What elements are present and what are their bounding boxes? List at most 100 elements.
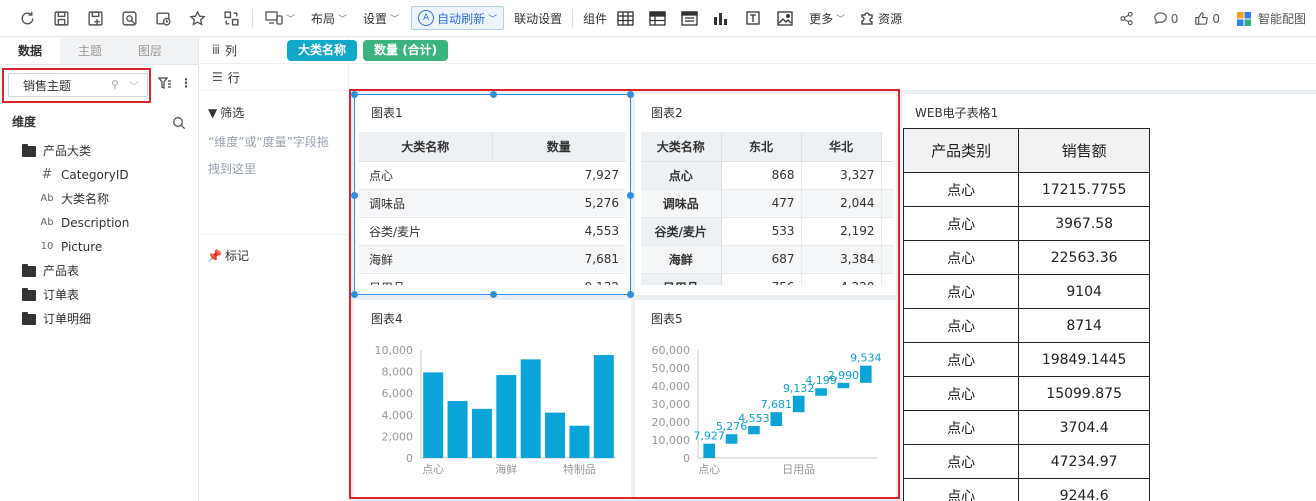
table-cell: 日用品 (359, 273, 492, 285)
chart5-widget[interactable]: 图表5 60,000 50,000 40,000 30,000 20,000 10,000… (635, 300, 896, 497)
more-vertical-icon[interactable]: ⋮ (180, 76, 192, 90)
table-cell[interactable]: 点心 (902, 206, 1020, 241)
dimension-header: 维度 (0, 105, 198, 139)
tree-folder-order-detail[interactable]: 订单明细 (0, 307, 198, 331)
auto-refresh-button[interactable]: A 自动刷新 ﹀ (411, 6, 505, 30)
y-tick-label: 0 (683, 452, 690, 465)
table-header[interactable]: 数量 (492, 132, 625, 162)
table-cell: 5,276 (492, 189, 625, 218)
settings-dropdown[interactable]: 设置 ﹀ (355, 5, 407, 31)
table-cell[interactable]: 点心 (902, 410, 1020, 445)
tree-folder-product-table[interactable]: 产品表 (0, 259, 198, 283)
bar-chart-icon[interactable] (705, 4, 737, 32)
column-shelf[interactable]: iii 列 大类名称 数量 (合计) (199, 37, 1316, 64)
table-cell[interactable]: 点心 (902, 478, 1020, 501)
table-cell[interactable]: 17215.7755 (1018, 172, 1150, 207)
crosstab-icon[interactable] (641, 4, 673, 32)
table-cell[interactable]: 点心 (902, 172, 1020, 207)
table-cell[interactable]: 点心 (902, 376, 1020, 411)
table-cell[interactable]: 9244.6 (1018, 478, 1150, 501)
field-filter-icon[interactable] (157, 77, 172, 93)
data-label: 2,990 (828, 369, 860, 382)
tree-field-category-name[interactable]: Ab 大类名称 (0, 187, 198, 211)
save-as-icon[interactable] (78, 3, 112, 33)
table-header[interactable]: 销售额 (1018, 128, 1150, 173)
mark-label: 标记 (224, 249, 249, 263)
tab-data[interactable]: 数据 (0, 37, 60, 64)
tree-folder-product-category[interactable]: 产品大类 (0, 139, 198, 163)
table-cell[interactable]: 点心 (902, 274, 1020, 309)
table-cell[interactable]: 点心 (902, 444, 1020, 479)
tree-field-description[interactable]: Ab Description (0, 211, 198, 235)
y-tick-label: 60,000 (652, 344, 691, 357)
table-cell[interactable]: 点心 (902, 342, 1020, 377)
pin-icon: 📌 (207, 248, 222, 263)
y-tick-label: 20,000 (652, 416, 691, 429)
more-dropdown[interactable]: 更多 ﹀ (801, 5, 853, 31)
text-component-icon[interactable] (737, 4, 769, 32)
table-header[interactable]: 产品类别 (902, 128, 1020, 173)
table-cell[interactable]: 9104 (1018, 274, 1150, 309)
switch-icon[interactable] (214, 3, 248, 33)
table-header[interactable]: 华北 (801, 132, 882, 162)
table-cell[interactable]: 15099.875 (1018, 376, 1150, 411)
tab-theme[interactable]: 主题 (60, 37, 120, 64)
y-tick-label: 0 (406, 452, 413, 465)
table-header[interactable]: 大类名称 (641, 132, 722, 162)
table-cell[interactable]: 点心 (902, 308, 1020, 343)
tree-label: 产品大类 (43, 144, 92, 158)
dashboard-canvas: 图表1 大类名称 数量 点心 7,927 调味品 5,276 谷类/麦片 4,553 … (349, 90, 1316, 501)
smart-chart-button[interactable]: 智能配图 (1236, 10, 1306, 27)
toolbar: ﹀ 布局 ﹀ 设置 ﹀ A 自动刷新 ﹀ 联动设置 组件 更多 ﹀ 资源 0 0… (0, 0, 1316, 37)
table-cell[interactable]: 22563.36 (1018, 240, 1150, 275)
table-header[interactable]: 东北 (721, 132, 802, 162)
table-cell[interactable]: 3967.58 (1018, 206, 1150, 241)
y-tick-label: 4,000 (382, 409, 414, 422)
table-row: 日用品7564,220 (641, 273, 893, 285)
device-dropdown[interactable]: ﹀ (257, 5, 303, 31)
table-cell[interactable]: 47234.97 (1018, 444, 1150, 479)
image-icon[interactable] (769, 4, 801, 32)
row-shelf[interactable]: ☰ 行 (199, 64, 1316, 91)
linkage-label: 联动设置 (514, 11, 563, 26)
search-icon[interactable] (172, 105, 186, 139)
like-button[interactable]: 0 (1194, 11, 1220, 26)
tab-layer[interactable]: 图层 (120, 37, 180, 64)
table-cell[interactable]: 3704.4 (1018, 410, 1150, 445)
refresh-icon[interactable] (10, 3, 44, 33)
theme-select[interactable]: 销售主题 ⚲ ﹀ (8, 73, 148, 97)
chart4-widget[interactable]: 图表4 10,000 8,000 6,000 4,000 2,000 0 点心 海鲜 特制品 (354, 300, 631, 497)
chart1-widget[interactable]: 图表1 大类名称 数量 点心 7,927 调味品 5,276 谷类/麦片 4,553 … (354, 94, 631, 295)
layout-dropdown[interactable]: 布局 ﹀ (303, 5, 355, 31)
share-button[interactable] (1119, 11, 1137, 26)
linkage-settings-button[interactable]: 联动设置 (508, 5, 568, 31)
tree-field-categoryid[interactable]: # CategoryID (0, 163, 198, 187)
tree-field-picture[interactable]: 10 Picture (0, 235, 198, 259)
table-cell[interactable]: 点心 (902, 240, 1020, 275)
filter-drop-area[interactable]: ▼ 筛选 “维度”或“度量”字段拖拽到这里 (199, 99, 349, 235)
save-icon[interactable] (44, 3, 78, 33)
tree-folder-order-table[interactable]: 订单表 (0, 283, 198, 307)
folder-icon (22, 263, 36, 277)
comment-button[interactable]: 0 (1153, 11, 1178, 26)
column-pill-category-name[interactable]: 大类名称 (287, 39, 358, 61)
chart2-widget[interactable]: 图表2 大类名称 东北 华北 点心 868 3,327 调味品 477 2,044 谷类… (635, 94, 896, 295)
resource-button[interactable]: 资源 (853, 5, 908, 31)
table-cell[interactable]: 8714 (1018, 308, 1150, 343)
bar (569, 425, 590, 458)
mobile-preview-icon[interactable] (146, 3, 180, 33)
web-spreadsheet-widget[interactable]: WEB电子表格1 产品类别 销售额 点心 17215.7755 点心 3967.58 点… (902, 94, 1316, 501)
table-cell: 点心 (641, 161, 722, 190)
table-cell: 2,192 (801, 217, 882, 246)
smart-chart-label: 智能配图 (1257, 12, 1306, 26)
table-cell[interactable]: 19849.1445 (1018, 342, 1150, 377)
column-pill-quantity-sum[interactable]: 数量 (合计) (363, 39, 449, 61)
freestyle-table-icon[interactable] (673, 4, 705, 32)
preview-icon[interactable] (112, 3, 146, 33)
data-label: 4,553 (738, 412, 770, 425)
table-icon[interactable] (609, 4, 641, 32)
chevron-down-icon: ﹀ (390, 14, 400, 25)
star-icon[interactable] (180, 3, 214, 33)
table-header[interactable]: 大类名称 (359, 132, 493, 162)
y-tick-label: 10,000 (652, 434, 691, 447)
